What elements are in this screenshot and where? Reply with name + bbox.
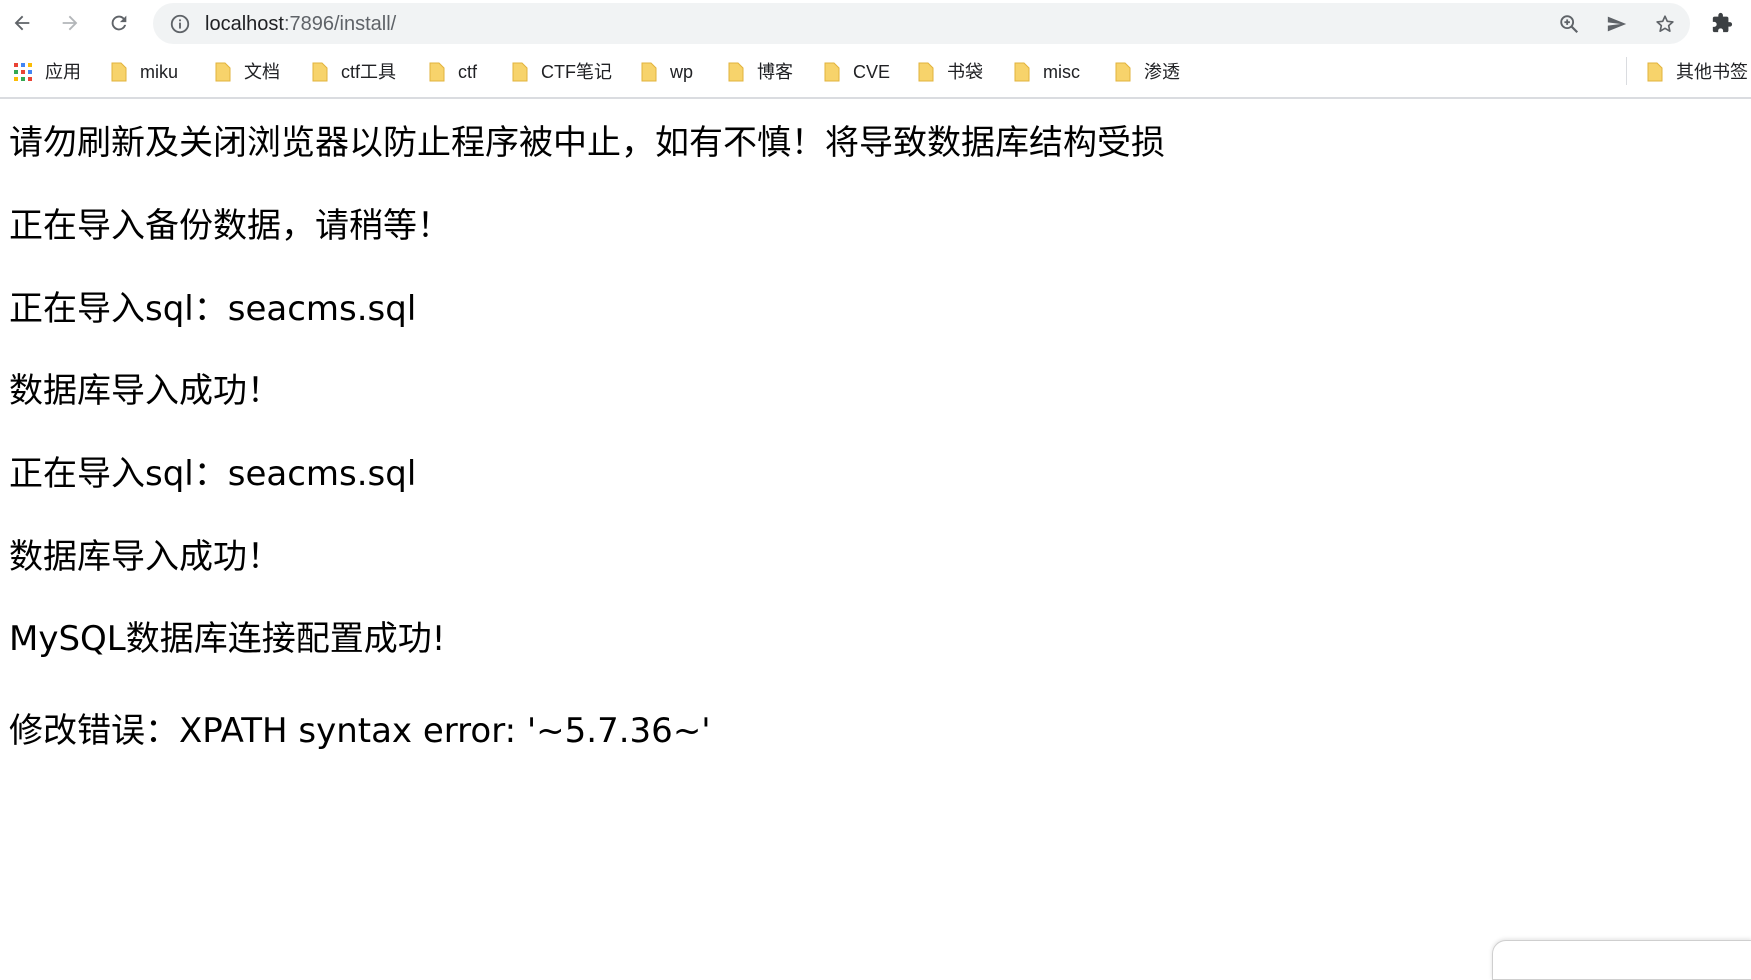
reload-icon xyxy=(111,15,127,31)
bookmark-folder-pentest[interactable]: 渗透 xyxy=(1114,58,1180,86)
folder-icon xyxy=(1115,62,1131,82)
page-content: 请勿刷新及关闭浏览器以防止程序被中止，如有不慎！将导致数据库结构受损 正在导入备… xyxy=(9,99,1739,959)
bookmark-folder-ctf-notes[interactable]: CTF笔记 xyxy=(511,58,612,86)
error-message: 修改错误：XPATH syntax error: '~5.7.36~' xyxy=(9,711,711,751)
folder-icon xyxy=(728,62,744,82)
folder-icon xyxy=(1647,62,1663,82)
url-text[interactable]: localhost:7896/install/ xyxy=(205,12,396,36)
bookmark-folder-ctf[interactable]: ctf xyxy=(428,58,477,86)
bookmark-label: misc xyxy=(1043,62,1080,82)
send-icon xyxy=(1607,16,1627,32)
send-to-devices-button[interactable] xyxy=(1604,11,1630,37)
bookmark-folder-docs[interactable]: 文档 xyxy=(214,58,280,86)
folder-icon xyxy=(824,62,840,82)
bookmark-label: 书袋 xyxy=(947,62,983,82)
bookmark-folder-blog[interactable]: 博客 xyxy=(727,58,793,86)
bookmark-folder-book-bag[interactable]: 书袋 xyxy=(917,58,983,86)
info-icon xyxy=(170,14,190,34)
status-message: 数据库导入成功！ xyxy=(9,537,281,577)
arrow-right-icon xyxy=(62,15,78,31)
bookmark-apps[interactable]: 应用 xyxy=(13,58,81,86)
bookmark-label: 文档 xyxy=(244,62,280,82)
zoom-button[interactable] xyxy=(1556,11,1582,37)
folder-icon xyxy=(215,62,231,82)
forward-button[interactable] xyxy=(55,8,85,38)
folder-icon xyxy=(1014,62,1030,82)
puzzle-icon xyxy=(1712,12,1733,33)
folder-icon xyxy=(641,62,657,82)
folder-icon xyxy=(512,62,528,82)
bookmark-label: CTF笔记 xyxy=(541,62,612,82)
bookmark-label: 渗透 xyxy=(1144,62,1180,82)
extensions-button[interactable] xyxy=(1709,10,1735,36)
arrow-left-icon xyxy=(14,15,30,31)
folder-icon xyxy=(312,62,328,82)
site-info-button[interactable] xyxy=(169,13,191,35)
status-message: 数据库导入成功！ xyxy=(9,371,281,411)
status-message: MySQL数据库连接配置成功! xyxy=(9,619,446,659)
folder-icon xyxy=(429,62,445,82)
folder-icon xyxy=(111,62,127,82)
folder-icon xyxy=(918,62,934,82)
bookmark-label: 应用 xyxy=(45,62,81,82)
bookmark-label: wp xyxy=(670,62,694,82)
bookmark-label: 其他书签 xyxy=(1676,62,1748,82)
status-message: 正在导入sql：seacms.sql xyxy=(9,289,417,329)
warning-message: 请勿刷新及关闭浏览器以防止程序被中止，如有不慎！将导致数据库结构受损 xyxy=(9,123,1165,163)
status-message: 正在导入sql：seacms.sql xyxy=(9,454,417,494)
bookmark-label: ctf工具 xyxy=(341,62,397,82)
bookmark-folder-cve[interactable]: CVE xyxy=(823,58,890,86)
other-bookmarks[interactable]: 其他书签 xyxy=(1646,58,1748,86)
apps-grid-icon xyxy=(13,62,33,82)
url-path: :7896/install/ xyxy=(283,13,397,35)
bookmark-folder-misc[interactable]: misc xyxy=(1013,58,1080,86)
reload-button[interactable] xyxy=(104,8,134,38)
bookmark-folder-miku[interactable]: miku xyxy=(110,58,178,86)
bookmark-label: 博客 xyxy=(757,62,793,82)
bookmarks-separator xyxy=(1626,57,1627,85)
url-host: localhost xyxy=(205,13,284,35)
star-icon xyxy=(1656,15,1674,32)
bookmark-folder-ctf-tools[interactable]: ctf工具 xyxy=(311,58,396,86)
bookmark-folder-wp[interactable]: wp xyxy=(640,58,693,86)
browser-toolbar: localhost:7896/install/ xyxy=(0,0,1751,46)
back-button[interactable] xyxy=(7,8,37,38)
bookmark-label: miku xyxy=(140,62,179,82)
corner-overlay-panel xyxy=(1492,940,1751,980)
zoom-in-icon xyxy=(1560,15,1579,34)
bookmarks-bar: 应用 miku 文档 ctf工具 ctf CTF笔记 wp 博客 CVE 书袋 … xyxy=(0,50,1751,94)
bookmark-star-button[interactable] xyxy=(1652,11,1678,37)
bookmark-label: ctf xyxy=(458,62,478,82)
status-message: 正在导入备份数据，请稍等！ xyxy=(9,206,451,246)
address-bar[interactable]: localhost:7896/install/ xyxy=(153,3,1690,44)
bookmark-label: CVE xyxy=(853,62,891,82)
